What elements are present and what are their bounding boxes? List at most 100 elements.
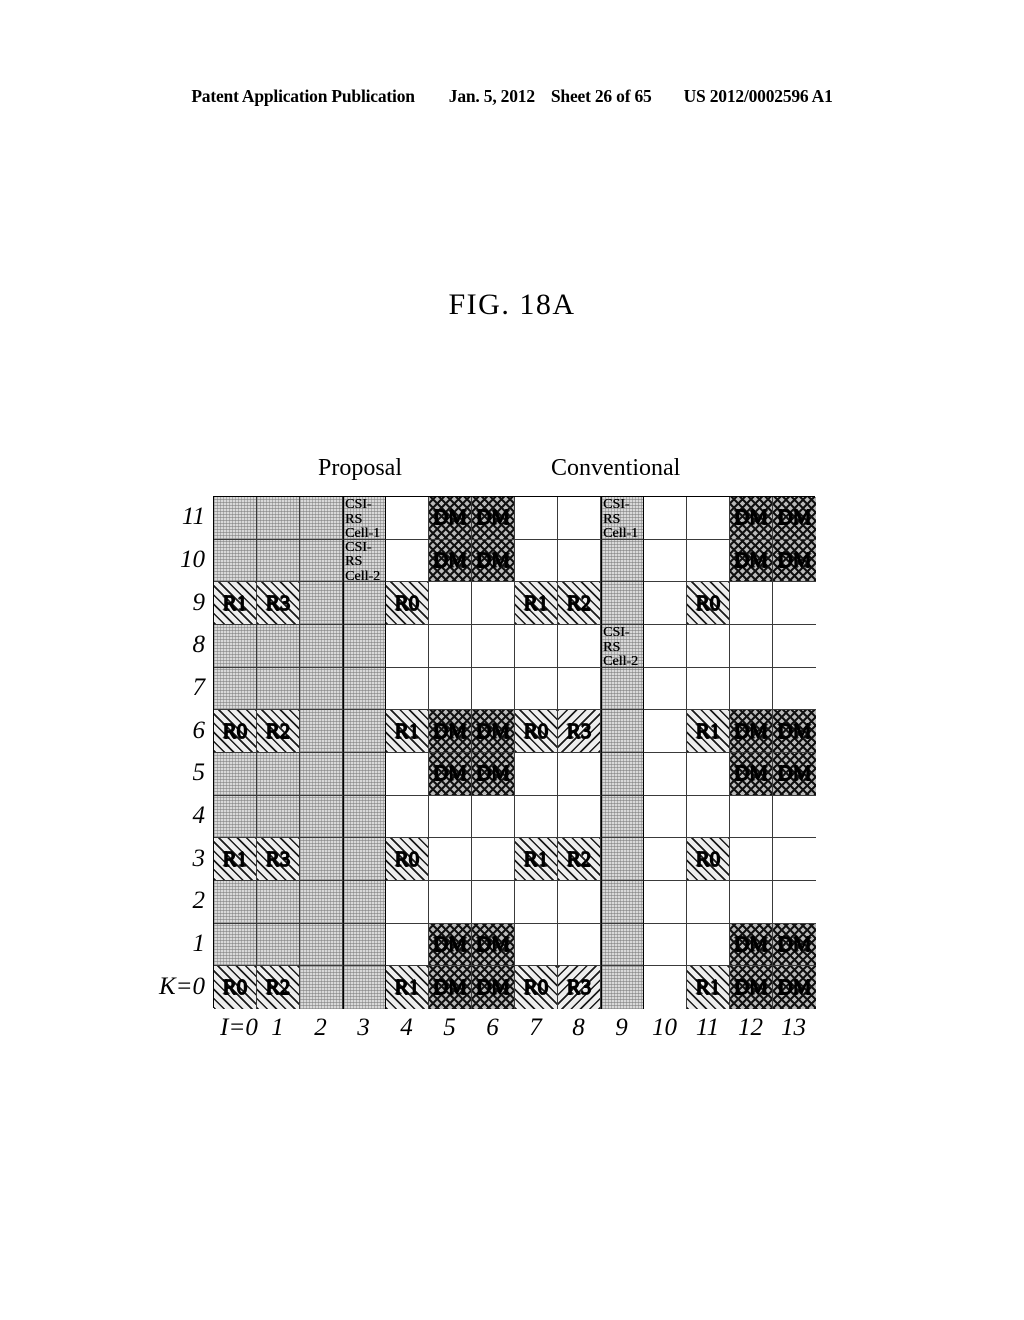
cell-label: DM bbox=[777, 761, 812, 786]
grid-cell bbox=[343, 838, 386, 882]
grid-cell: R3 bbox=[558, 710, 601, 753]
grid-cell bbox=[644, 753, 687, 796]
cell-label: R2 bbox=[265, 975, 291, 1000]
grid-row: CSI-RS Cell-2 DM DM DM DM bbox=[214, 539, 816, 583]
grid-cell bbox=[343, 625, 386, 668]
grid-cell bbox=[601, 795, 644, 839]
grid-cell bbox=[644, 625, 687, 668]
cell-label: DM bbox=[734, 932, 768, 957]
grid-cell bbox=[515, 625, 558, 668]
resource-grid: CSI-RS Cell-1 DM DM CSI-RS Cell-1 DM DM CSI-RS… bbox=[213, 496, 816, 1010]
caption-conventional: Conventional bbox=[551, 455, 681, 481]
grid-cell: CSI-RS Cell-1 bbox=[601, 497, 644, 540]
grid-cell bbox=[214, 753, 257, 796]
grid-cell bbox=[343, 753, 386, 796]
grid-cell bbox=[300, 539, 343, 583]
x-axis-tick: 4 bbox=[400, 1014, 413, 1041]
y-axis-tick: 3 bbox=[192, 844, 206, 872]
cell-label: DM bbox=[476, 761, 510, 786]
grid-cell bbox=[558, 539, 601, 583]
grid-cell: DM bbox=[472, 753, 515, 796]
x-axis-labels: I=0 1 2 3 4 5 6 7 8 9 10 11 12 13 bbox=[213, 1010, 815, 1046]
grid-cell bbox=[773, 838, 816, 882]
cell-label: DM bbox=[433, 547, 467, 572]
grid-cell bbox=[386, 667, 429, 711]
grid-cell bbox=[730, 881, 773, 924]
x-axis-tick: 12 bbox=[738, 1014, 763, 1041]
cell-label: DM bbox=[433, 761, 467, 786]
grid-cell: DM bbox=[773, 710, 816, 753]
grid-cell bbox=[429, 838, 472, 882]
grid-cell bbox=[515, 923, 558, 967]
y-axis-tick: 2 bbox=[192, 887, 206, 915]
cell-label: R1 bbox=[222, 590, 248, 615]
grid-cell bbox=[386, 923, 429, 967]
cell-label: DM bbox=[476, 932, 510, 957]
grid-cell bbox=[515, 539, 558, 583]
cell-label: R1 bbox=[394, 718, 420, 743]
grid-cell bbox=[343, 966, 386, 1010]
grid-cell bbox=[429, 667, 472, 711]
grid-cell bbox=[644, 838, 687, 882]
y-axis-labels: 11 10 9 8 7 6 5 4 3 2 1 K=0 bbox=[155, 496, 209, 1008]
grid-cell bbox=[730, 838, 773, 882]
grid-cell: R0 bbox=[687, 838, 730, 882]
grid-cell: R1 bbox=[386, 966, 429, 1010]
grid-cell bbox=[386, 881, 429, 924]
grid-cell bbox=[300, 966, 343, 1010]
grid-cell bbox=[730, 582, 773, 625]
grid-cell: DM bbox=[429, 966, 472, 1010]
cell-label: R3 bbox=[566, 718, 592, 743]
cell-label: R2 bbox=[566, 846, 592, 871]
grid-cell bbox=[515, 497, 558, 540]
grid-cell bbox=[644, 497, 687, 540]
grid-cell: DM bbox=[730, 497, 773, 540]
grid-cell bbox=[601, 753, 644, 796]
cell-label: R2 bbox=[265, 718, 291, 743]
grid-cell bbox=[773, 667, 816, 711]
grid-cell bbox=[343, 582, 386, 625]
grid-cell bbox=[644, 923, 687, 967]
grid-cell bbox=[687, 795, 730, 839]
grid-cell: R1 bbox=[386, 710, 429, 753]
grid-cell bbox=[730, 625, 773, 668]
grid-cell bbox=[687, 881, 730, 924]
grid-row: DM DM DM DM bbox=[214, 753, 816, 796]
grid-cell bbox=[730, 795, 773, 839]
grid-cell bbox=[300, 582, 343, 625]
grid-cell bbox=[773, 625, 816, 668]
grid-cell bbox=[644, 966, 687, 1010]
grid-cell bbox=[472, 667, 515, 711]
x-axis-tick: 9 bbox=[615, 1014, 628, 1041]
grid-cell: DM bbox=[429, 497, 472, 540]
y-axis-tick: K=0 bbox=[158, 972, 205, 1000]
grid-row: CSI-RS Cell-1 DM DM CSI-RS Cell-1 DM DM bbox=[214, 497, 816, 540]
grid-cell bbox=[644, 667, 687, 711]
cell-label: DM bbox=[433, 505, 467, 530]
grid-cell: DM bbox=[429, 539, 472, 583]
grid-cell bbox=[472, 625, 515, 668]
grid-cell bbox=[601, 966, 644, 1010]
cell-label: R0 bbox=[523, 718, 549, 743]
grid-cell: R1 bbox=[687, 966, 730, 1010]
x-axis-tick: 8 bbox=[572, 1014, 585, 1041]
grid-cell bbox=[558, 795, 601, 839]
grid-cell: R1 bbox=[515, 838, 558, 882]
cell-label: DM bbox=[433, 932, 467, 957]
grid-cell: DM bbox=[773, 497, 816, 540]
grid-cell bbox=[429, 625, 472, 668]
grid-cell: DM bbox=[472, 497, 515, 540]
figure-18a: FIG. 18A Proposal Conventional 11 10 9 8 7 6 5… bbox=[0, 0, 1024, 1320]
grid-cell: DM bbox=[773, 753, 816, 796]
grid-row bbox=[214, 795, 816, 839]
y-axis-tick: 6 bbox=[192, 716, 206, 744]
y-axis-tick: 11 bbox=[181, 503, 205, 531]
cell-label: R0 bbox=[695, 590, 721, 615]
figure-title: FIG. 18A bbox=[448, 288, 576, 321]
grid-cell bbox=[773, 795, 816, 839]
y-axis-tick: 8 bbox=[192, 631, 206, 659]
grid-cell: CSI-RS Cell-2 bbox=[601, 625, 644, 668]
grid-cell bbox=[601, 582, 644, 625]
cell-label: R1 bbox=[695, 975, 721, 1000]
x-axis-tick: 7 bbox=[529, 1014, 542, 1041]
